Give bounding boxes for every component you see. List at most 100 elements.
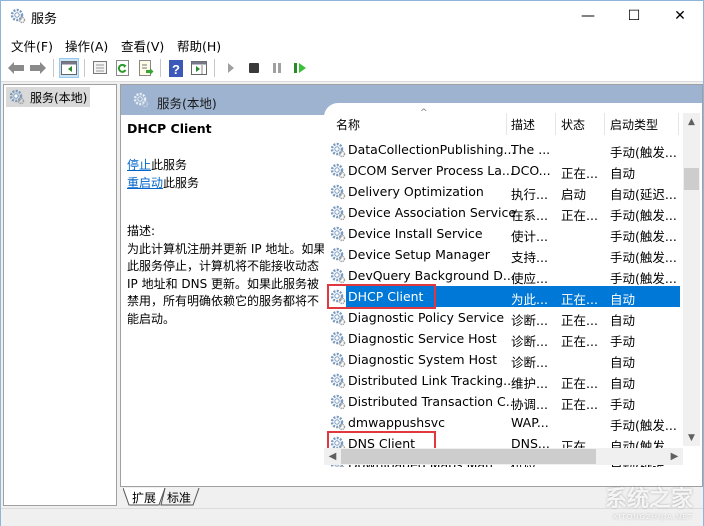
service-description-cell: 支持... bbox=[511, 250, 548, 265]
service-startup-type: 手动(触发... bbox=[610, 250, 677, 265]
stop-service-action: 停止此服务 bbox=[127, 156, 327, 174]
service-row[interactable]: Device Setup Manager 支持... 手动(触发... bbox=[324, 244, 680, 265]
scroll-right-icon[interactable]: ▶ bbox=[666, 448, 683, 465]
column-header-startup-type[interactable]: 启动类型 bbox=[610, 113, 658, 135]
properties-button[interactable] bbox=[90, 58, 110, 78]
service-row[interactable]: DHCP Client 为此... 正在... 自动 bbox=[324, 284, 680, 309]
horizontal-scrollbar[interactable]: ◀ ▶ bbox=[324, 448, 683, 465]
menu-bar: 文件(F) 操作(A) 查看(V) 帮助(H) bbox=[1, 31, 703, 55]
service-startup-type: 手动 bbox=[610, 397, 636, 412]
column-header-description[interactable]: 描述 bbox=[511, 113, 535, 135]
service-status: 正在... bbox=[561, 292, 598, 307]
service-gear-icon bbox=[330, 415, 346, 431]
vertical-scrollbar[interactable]: ▲ ▼ bbox=[683, 113, 700, 446]
service-gear-icon bbox=[330, 373, 346, 389]
vertical-scroll-thumb[interactable] bbox=[684, 168, 699, 190]
service-name: Distributed Transaction C... bbox=[348, 394, 518, 409]
console-tree: 服务(本地) bbox=[3, 84, 117, 506]
export-list-button[interactable] bbox=[136, 58, 156, 78]
service-gear-icon bbox=[330, 226, 346, 242]
service-status: 正在... bbox=[561, 376, 598, 391]
maximize-button[interactable]: ☐ bbox=[611, 1, 657, 31]
scroll-up-icon[interactable]: ▲ bbox=[683, 113, 700, 130]
pause-service-button[interactable] bbox=[267, 58, 287, 78]
service-gear-icon bbox=[330, 184, 346, 200]
action-suffix: 此服务 bbox=[163, 176, 200, 190]
tab-extended[interactable]: 扩展 bbox=[128, 488, 160, 506]
menu-help[interactable]: 帮助(H) bbox=[177, 36, 221, 55]
service-row[interactable]: Diagnostic System Host 诊断... 自动 bbox=[324, 349, 680, 370]
service-row[interactable]: Delivery Optimization 执行... 启动 自动(延迟... bbox=[324, 181, 680, 202]
service-gear-icon bbox=[330, 268, 346, 284]
service-row[interactable]: Distributed Transaction C... 协调... 正在... 手动 bbox=[324, 391, 680, 412]
column-divider[interactable] bbox=[604, 113, 605, 135]
column-divider[interactable] bbox=[555, 113, 556, 135]
sort-ascending-icon: ^ bbox=[420, 108, 428, 118]
window-title: 服务 bbox=[31, 12, 58, 27]
column-header-name[interactable]: 名称 bbox=[336, 113, 360, 135]
service-description-cell: 执行... bbox=[511, 187, 548, 202]
action-pane-button[interactable] bbox=[189, 58, 209, 78]
service-row[interactable]: Distributed Link Tracking... 维护... 正在... 自动 bbox=[324, 370, 680, 391]
column-divider[interactable] bbox=[678, 113, 679, 135]
forward-button[interactable] bbox=[28, 58, 48, 78]
service-row[interactable]: Device Association Service 在系... 正在... 手动(触… bbox=[324, 202, 680, 223]
service-status: 正在... bbox=[561, 334, 598, 349]
tree-item-services-local[interactable]: 服务(本地) bbox=[6, 87, 90, 107]
service-description: 描述: 为此计算机注册并更新 IP 地址。如果此服务停止，计算机将不能接收动态 … bbox=[127, 223, 329, 328]
services-gear-icon bbox=[9, 89, 25, 105]
service-row[interactable]: DataCollectionPublishing... The ... 手动(触发.… bbox=[324, 139, 680, 160]
service-row[interactable]: Diagnostic Policy Service 诊断... 正在... 自动 bbox=[324, 307, 680, 328]
service-row[interactable]: dmwappushsvc WAP... 手动(触发... bbox=[324, 412, 680, 433]
service-startup-type: 自动 bbox=[610, 376, 636, 391]
close-button[interactable]: ✕ bbox=[657, 1, 703, 31]
service-description-cell: 为此... bbox=[511, 292, 548, 307]
selected-service-name: DHCP Client bbox=[127, 121, 212, 136]
refresh-button[interactable] bbox=[113, 58, 133, 78]
service-name: Diagnostic Policy Service bbox=[348, 310, 505, 325]
stop-service-button[interactable] bbox=[244, 58, 264, 78]
service-name: Delivery Optimization bbox=[348, 184, 484, 199]
restart-service-action: 重启动此服务 bbox=[127, 174, 327, 192]
service-gear-icon bbox=[330, 331, 346, 347]
minimize-button[interactable]: — bbox=[565, 1, 611, 31]
scroll-down-icon[interactable]: ▼ bbox=[683, 429, 700, 446]
service-startup-type: 自动 bbox=[610, 313, 636, 328]
start-service-button[interactable] bbox=[221, 58, 241, 78]
scroll-left-icon[interactable]: ◀ bbox=[324, 448, 341, 465]
service-gear-icon bbox=[330, 142, 346, 158]
toolbar-separator bbox=[214, 59, 215, 77]
restart-service-link[interactable]: 重启动 bbox=[127, 176, 163, 190]
restart-service-button[interactable] bbox=[290, 58, 310, 78]
status-bar bbox=[1, 508, 703, 526]
menu-file[interactable]: 文件(F) bbox=[11, 36, 53, 55]
service-startup-type: 自动 bbox=[610, 166, 636, 181]
column-divider[interactable] bbox=[506, 113, 507, 135]
tab-standard[interactable]: 标准 bbox=[163, 488, 195, 506]
help-icon: ? bbox=[169, 59, 183, 77]
toolbar-separator bbox=[53, 59, 54, 77]
svg-text:?: ? bbox=[172, 62, 180, 77]
play-icon bbox=[228, 63, 234, 73]
service-name: DCOM Server Process La... bbox=[348, 163, 514, 178]
services-window: 服务 — ☐ ✕ 文件(F) 操作(A) 查看(V) 帮助(H) ? 服务(本地… bbox=[0, 0, 704, 526]
service-row[interactable]: DevQuery Background D... 使应... 手动(触发... bbox=[324, 265, 680, 286]
service-row[interactable]: Diagnostic Service Host 诊断... 正在... 手动 bbox=[324, 328, 680, 349]
help-button[interactable]: ? bbox=[166, 58, 186, 78]
back-button[interactable] bbox=[6, 58, 26, 78]
toolbar-separator bbox=[84, 59, 85, 77]
service-row[interactable]: DCOM Server Process La... DCO... 正在... 自动 bbox=[324, 160, 680, 181]
menu-action[interactable]: 操作(A) bbox=[65, 36, 108, 55]
service-row[interactable]: Device Install Service 使计... 手动(触发... bbox=[324, 223, 680, 244]
services-gear-icon bbox=[133, 92, 149, 108]
column-header-status[interactable]: 状态 bbox=[561, 113, 585, 135]
horizontal-scroll-thumb[interactable] bbox=[341, 449, 596, 464]
service-status: 正在... bbox=[561, 313, 598, 328]
description-text: 为此计算机注册并更新 IP 地址。如果此服务停止，计算机将不能接收动态 IP 地… bbox=[127, 241, 326, 326]
service-gear-icon bbox=[330, 163, 346, 179]
service-description-cell: 诊断... bbox=[511, 355, 548, 370]
stop-service-link[interactable]: 停止 bbox=[127, 158, 151, 172]
console-tree-button[interactable] bbox=[59, 58, 79, 78]
service-description-cell: DCO... bbox=[511, 163, 551, 178]
menu-view[interactable]: 查看(V) bbox=[121, 36, 164, 55]
